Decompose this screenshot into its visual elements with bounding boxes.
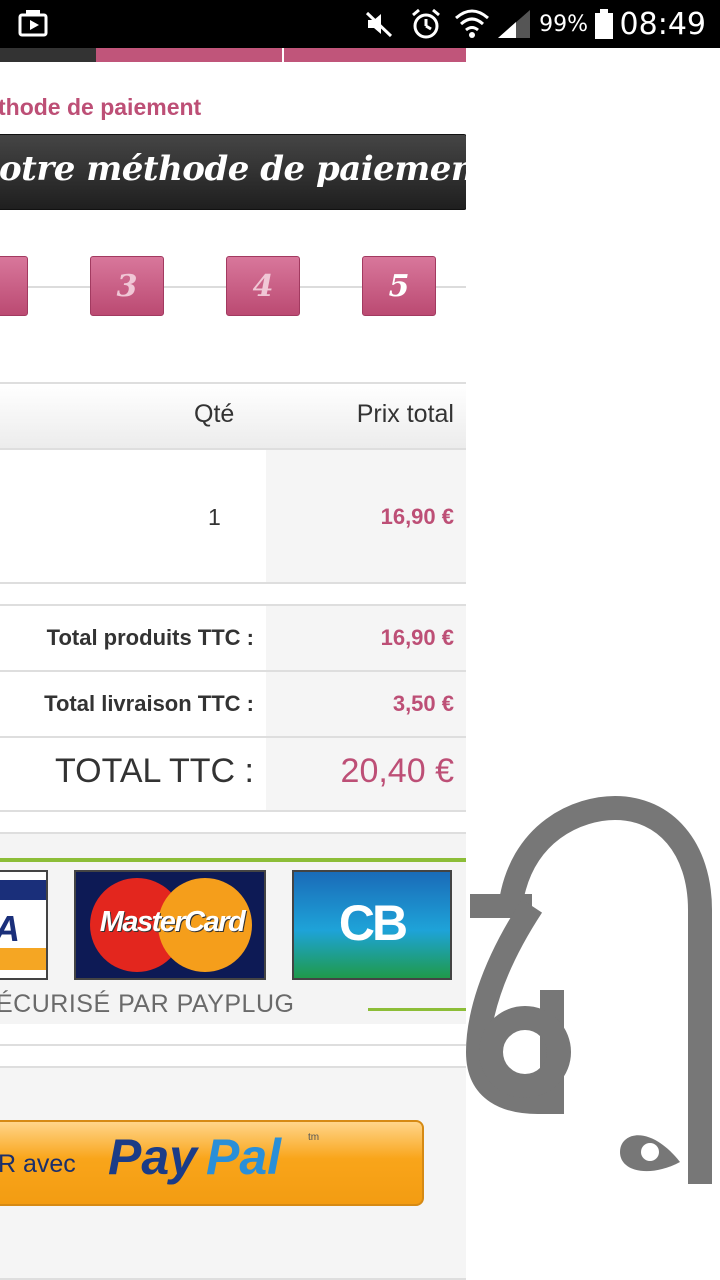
cell-qty: 1: [208, 504, 221, 530]
checkout-page: thode de paiement otre méthode de paieme…: [0, 48, 466, 1280]
cb-card-logo: CB: [292, 870, 452, 980]
products-total-label: Total produits TTC :: [46, 625, 254, 650]
mastercard-logo: MasterCard: [74, 870, 266, 980]
media-player-icon: [18, 0, 50, 48]
totals-row-grand: TOTAL TTC : 20,40 €: [0, 738, 466, 810]
paypal-button-text: R avec: [0, 1150, 76, 1178]
paypal-button[interactable]: R avec Pay Pal tm: [0, 1120, 424, 1206]
page-title-bar: otre méthode de paiement: [0, 134, 466, 210]
alarm-icon: [410, 0, 442, 48]
nav-tab-strip-pink[interactable]: [96, 48, 282, 62]
grand-total-label: TOTAL TTC :: [55, 752, 254, 790]
cart-table: Qté Prix total 1 16,90 €: [0, 382, 466, 584]
clock: 08:49: [619, 6, 706, 42]
totals-row-products: Total produits TTC : 16,90 €: [0, 606, 466, 672]
nav-tab-strip-pink[interactable]: [284, 48, 466, 62]
totals-row-shipping: Total livraison TTC : 3,50 €: [0, 672, 466, 738]
shipping-total-value: 3,50 €: [392, 691, 454, 716]
wifi-icon: [454, 0, 490, 48]
visa-card-logo: A: [0, 870, 48, 980]
breadcrumb[interactable]: thode de paiement: [0, 94, 201, 121]
paypal-logo-pay: Pay: [108, 1129, 197, 1185]
table-header: Qté Prix total: [0, 384, 466, 450]
payplug-divider: [0, 858, 466, 862]
cell-total: 16,90 €: [380, 504, 454, 529]
status-bar: 99% 08:49: [0, 0, 720, 48]
nav-tab-strip-dark[interactable]: [0, 48, 96, 62]
step-4[interactable]: 4: [226, 256, 300, 316]
overlay-glyph-icon: [465, 795, 712, 1184]
signal-icon: [496, 0, 532, 48]
payplug-banner[interactable]: A MasterCard CB ÉCURISÉ PAR PAYPLUG: [0, 834, 466, 1024]
totals-table: Total produits TTC : 16,90 € Total livra…: [0, 604, 466, 812]
paypal-trademark: tm: [308, 1132, 320, 1143]
battery-icon: [594, 0, 614, 48]
step-3[interactable]: 3: [90, 256, 164, 316]
page-title: otre méthode de paiement: [0, 149, 466, 189]
shipping-total-label: Total livraison TTC :: [44, 691, 254, 716]
payplug-payment-option[interactable]: A MasterCard CB ÉCURISÉ PAR PAYPLUG: [0, 832, 466, 1046]
paypal-payment-option: R avec Pay Pal tm: [0, 1066, 466, 1280]
mute-icon: [364, 0, 394, 48]
step-5-current[interactable]: 5: [362, 256, 436, 316]
products-total-value: 16,90 €: [380, 625, 454, 650]
step-2[interactable]: [0, 256, 28, 316]
paypal-logo-pal: Pal: [206, 1129, 282, 1185]
column-header-qty: Qté: [194, 400, 235, 428]
battery-percent: 99%: [539, 11, 588, 37]
grand-total-value: 20,40 €: [340, 752, 454, 790]
payplug-secure-text: ÉCURISÉ PAR PAYPLUG: [0, 990, 295, 1018]
column-header-total: Prix total: [356, 400, 454, 428]
